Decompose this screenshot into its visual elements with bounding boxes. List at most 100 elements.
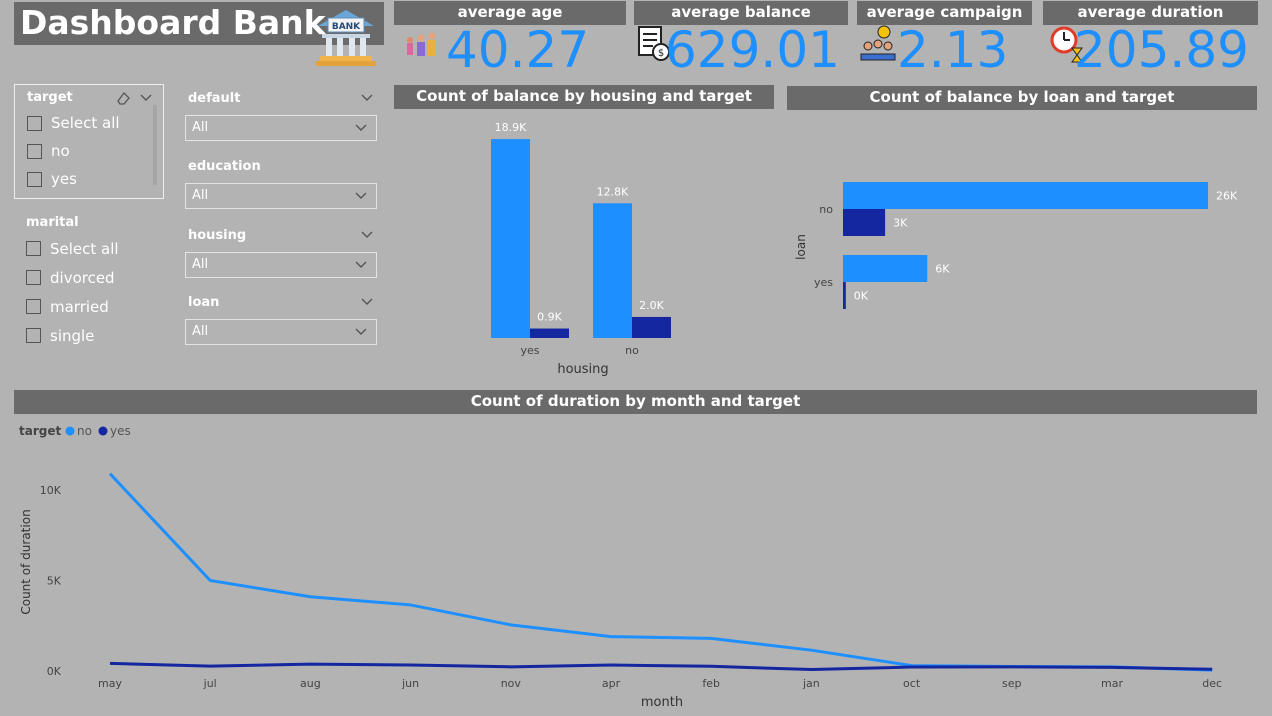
housing-chart-title: Count of balance by housing and target — [394, 85, 774, 109]
option-label: Select all — [50, 239, 119, 258]
kpi-campaign-value: 2.13 — [897, 21, 1009, 79]
kpi-balance-value: 629.01 — [665, 21, 840, 79]
x-axis-label: month — [641, 695, 683, 710]
y-tick-label: no — [819, 203, 833, 216]
scrollbar[interactable] — [153, 105, 157, 185]
legend-marker-no — [65, 426, 75, 436]
chevron-down-icon[interactable] — [360, 228, 374, 242]
target-slicer[interactable]: target Select all no yes — [14, 84, 164, 199]
target-option-no[interactable]: no — [27, 137, 120, 165]
education-slicer-label: education — [188, 159, 261, 174]
marital-option-select-all[interactable]: Select all — [26, 234, 119, 263]
data-label: 26K — [1216, 190, 1238, 203]
eraser-icon[interactable] — [115, 90, 131, 106]
dropdown-value: All — [192, 324, 209, 339]
option-label: Select all — [51, 114, 120, 132]
dropdown-value: All — [192, 120, 209, 135]
bar-yes-no — [491, 139, 530, 338]
dropdown-value: All — [192, 188, 209, 203]
y-axis-label: loan — [794, 234, 808, 260]
y-axis-label: Count of duration — [19, 509, 33, 614]
svg-text:$: $ — [658, 48, 664, 59]
legend-title: target — [19, 424, 61, 438]
x-tick-label: jun — [401, 677, 419, 690]
chevron-down-icon[interactable] — [139, 91, 153, 105]
option-label: yes — [51, 170, 77, 188]
option-label: married — [50, 297, 109, 316]
bank-sign-text: BANK — [332, 22, 361, 32]
data-label: 2.0K — [639, 299, 664, 312]
bar-yes-no — [843, 255, 928, 282]
legend-marker-yes — [98, 426, 108, 436]
option-label: no — [51, 142, 70, 160]
month-chart-title: Count of duration by month and target — [14, 390, 1257, 414]
loan-slicer-label: loan — [188, 295, 220, 310]
checkbox[interactable] — [27, 143, 42, 159]
data-label: 18.9K — [495, 121, 527, 134]
bar-yes-yes — [530, 328, 569, 338]
x-tick-label: may — [98, 677, 122, 690]
x-tick-label: feb — [702, 677, 720, 690]
checkbox[interactable] — [27, 115, 42, 131]
people-icon — [407, 32, 436, 56]
chevron-down-icon[interactable] — [354, 121, 368, 135]
y-tick-label: 0K — [47, 665, 62, 678]
default-slicer-label: default — [188, 91, 241, 106]
checkbox[interactable] — [26, 241, 41, 256]
x-tick-label: mar — [1101, 677, 1123, 690]
chevron-down-icon[interactable] — [360, 91, 374, 105]
housing-bar-chart[interactable]: 18.9K 0.9K yes 12.8K 2.0K no housing — [394, 110, 774, 382]
checkbox[interactable] — [26, 328, 41, 343]
bar-yes-yes — [843, 282, 846, 309]
target-option-select-all[interactable]: Select all — [27, 109, 120, 137]
checkbox[interactable] — [26, 299, 41, 314]
chevron-down-icon[interactable] — [354, 325, 368, 339]
loan-chart-title: Count of balance by loan and target — [787, 86, 1257, 110]
marital-option-married[interactable]: married — [26, 292, 119, 321]
checkbox[interactable] — [27, 171, 42, 187]
dropdown-value: All — [192, 257, 209, 272]
x-tick-label: no — [625, 344, 639, 357]
chevron-down-icon[interactable] — [354, 189, 368, 203]
loan-bar-chart[interactable]: 26K 3K no 6K 0K yes loan — [787, 110, 1257, 340]
marital-slicer[interactable]: Select all divorced married single — [26, 234, 119, 350]
meeting-icon — [860, 25, 896, 61]
chevron-down-icon[interactable] — [354, 258, 368, 272]
legend-label-no: no — [77, 424, 92, 438]
bar-no-no — [593, 203, 632, 338]
default-dropdown[interactable]: All — [185, 115, 377, 141]
x-tick-label: sep — [1002, 677, 1021, 690]
x-tick-label: yes — [520, 344, 539, 357]
data-label: 0K — [854, 290, 869, 303]
month-line-chart[interactable]: target no yes 0K 5K 10K Count of duration may ju… — [14, 414, 1257, 714]
checkbox[interactable] — [26, 270, 41, 285]
x-tick-label: dec — [1202, 677, 1222, 690]
option-label: single — [50, 326, 95, 345]
x-tick-label: jul — [203, 677, 217, 690]
marital-option-single[interactable]: single — [26, 321, 119, 350]
housing-dropdown[interactable]: All — [185, 252, 377, 278]
marital-slicer-title: marital — [26, 215, 79, 230]
data-label: 0.9K — [537, 311, 562, 324]
bar-no-yes — [843, 209, 886, 236]
kpi-age-value: 40.27 — [446, 21, 590, 79]
y-tick-label: yes — [814, 276, 833, 289]
option-label: divorced — [50, 268, 115, 287]
marital-option-divorced[interactable]: divorced — [26, 263, 119, 292]
x-tick-label: oct — [903, 677, 921, 690]
y-tick-label: 10K — [40, 484, 62, 497]
loan-dropdown[interactable]: All — [185, 319, 377, 345]
legend-label-yes: yes — [110, 424, 131, 438]
data-label: 3K — [893, 217, 908, 230]
x-tick-label: nov — [501, 677, 522, 690]
target-slicer-title: target — [27, 90, 73, 105]
target-option-yes[interactable]: yes — [27, 165, 120, 193]
housing-slicer-label: housing — [188, 228, 247, 243]
bar-no-no — [843, 182, 1208, 209]
chevron-down-icon[interactable] — [360, 295, 374, 309]
series-line-yes — [109, 661, 1213, 672]
x-tick-label: apr — [602, 677, 621, 690]
x-tick-label: aug — [300, 677, 321, 690]
data-label: 6K — [935, 263, 950, 276]
education-dropdown[interactable]: All — [185, 183, 377, 209]
